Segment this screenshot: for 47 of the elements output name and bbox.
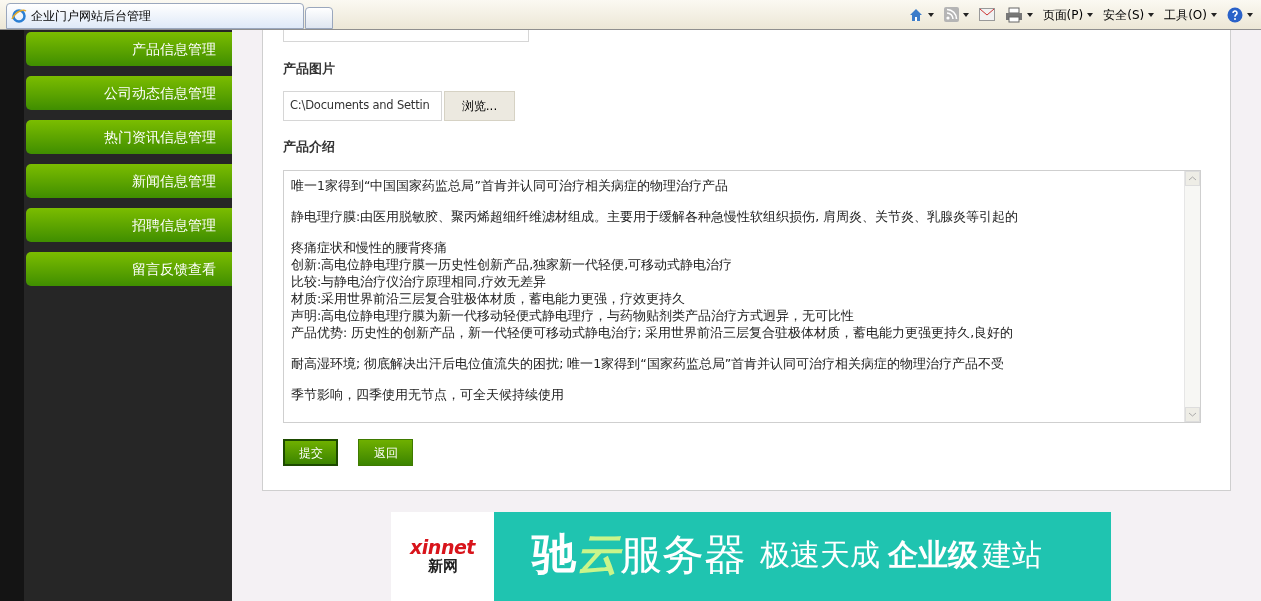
- sidebar-menu-item[interactable]: 招聘信息管理: [26, 208, 232, 242]
- mail-icon[interactable]: [978, 8, 995, 21]
- caret-icon: [1148, 12, 1155, 17]
- field-label: 产品介绍: [283, 137, 336, 156]
- file-path-field[interactable]: C:\Documents and Settin: [283, 90, 442, 121]
- form-button[interactable]: 提交: [283, 439, 338, 466]
- toolbar-menu[interactable]: 页面(P): [1042, 5, 1094, 24]
- help-icon[interactable]: [1227, 6, 1243, 23]
- printer-icon[interactable]: [1004, 6, 1023, 23]
- input-field[interactable]: [283, 30, 529, 42]
- sidebar-menu-item[interactable]: 产品信息管理: [26, 32, 232, 66]
- caret-icon: [1026, 12, 1033, 17]
- banner-title: 驰: [532, 527, 576, 582]
- toolbar-menu[interactable]: 安全(S): [1103, 5, 1155, 24]
- text-line: 声明:高电位静电理疗膜为新一代移动轻便式静电理疗，与药物贴剂类产品治疗方式迥异，无可比性: [291, 307, 856, 324]
- text-line: 产品优势: 历史性的创新产品，新一代轻便可移动式静电治疗; 采用世界前沿三层复合驻极体材质，蓄电能力更强更持久,良好的: [291, 324, 1015, 341]
- browser-logo-icon: [11, 8, 27, 24]
- sidebar-menu-item[interactable]: 热门资讯信息管理: [26, 120, 232, 154]
- text-line: 静电理疗膜:由医用脱敏胶、聚丙烯超细纤维滤材组成。主要用于缓解各种急慢性软组织损伤, 肩周炎、关节炎、乳腺炎等引起的: [291, 208, 1020, 225]
- logo-text: xinnet: [410, 537, 475, 557]
- caret-icon: [962, 12, 969, 17]
- field-label: 产品图片: [283, 60, 336, 78]
- browse-button[interactable]: 浏览...: [444, 90, 515, 121]
- text-line: 创新:高电位静电理疗膜一历史性创新产品,独家新一代轻便,可移动式静电治疗: [291, 256, 734, 273]
- text-line: 唯一1家得到“中国国家药监总局”首肯并认同可治疗相关病症的物理治疗产品: [291, 177, 729, 194]
- banner-slogan: 极速天成: [760, 536, 880, 574]
- text-line: 疼痛症状和慢性的腰背疼痛: [291, 239, 448, 256]
- sidebar-menu-item[interactable]: 留言反馈查看: [26, 252, 232, 286]
- sidebar-menu-item[interactable]: 公司动态信息管理: [26, 76, 232, 110]
- banner-title: 服务器: [620, 529, 746, 582]
- caret-icon: [1211, 12, 1217, 17]
- feed-icon[interactable]: [943, 7, 959, 22]
- toolbar-menu[interactable]: 工具(O): [1164, 5, 1217, 24]
- text-line: 季节影响，四季使用无节点，可全天候持续使用: [291, 386, 565, 403]
- text-line: 材质:采用世界前沿三层复合驻极体材质，蓄电能力更强，疗效更持久: [291, 290, 687, 307]
- banner-slogan: 建站: [982, 536, 1042, 574]
- caret-icon: [1247, 12, 1253, 17]
- new-tab-button[interactable]: [305, 7, 333, 29]
- banner-slogan: 企业级: [888, 536, 978, 574]
- caret-icon: [1087, 12, 1094, 17]
- browser-tab[interactable]: 企业门户网站后台管理: [6, 3, 304, 29]
- text-line: 比较:与静电治疗仪治疗原理相同,疗效无差异: [291, 273, 548, 290]
- sidebar-menu-item[interactable]: 新闻信息管理: [26, 164, 232, 198]
- logo-subtext: 新网: [427, 556, 458, 576]
- text-line: 耐高湿环境; 彻底解决出汗后电位值流失的困扰; 唯一1家得到“国家药监总局”首肯并认同可治疗相关病症的物理治疗产品不受: [291, 355, 1006, 372]
- form-button[interactable]: 返回: [358, 439, 413, 466]
- caret-icon: [927, 12, 934, 17]
